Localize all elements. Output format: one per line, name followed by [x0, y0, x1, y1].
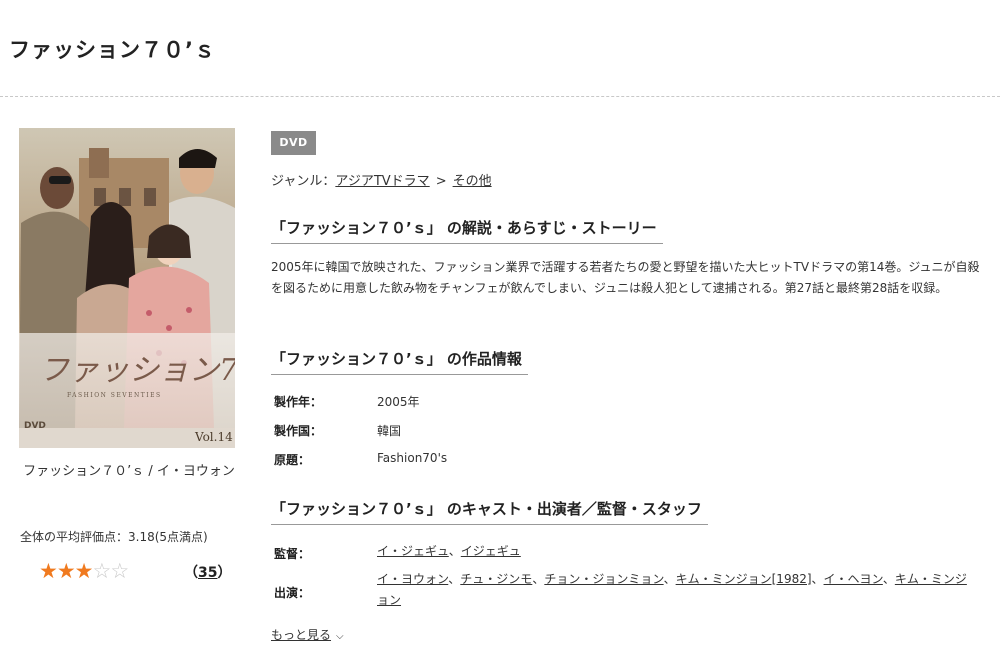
- info-value-year: 2005年: [377, 395, 420, 409]
- info-value-country: 韓国: [377, 424, 402, 438]
- page-title: ファッション７０’ｓ: [9, 38, 216, 62]
- cast-list: イ・ヨウォン、チュ・ジンモ、チョン・ジョンミョン、キム・ミンジョン[1982]、…: [377, 569, 977, 611]
- list-separator: 、: [448, 544, 461, 558]
- list-separator: 、: [532, 572, 545, 586]
- genre-link-other[interactable]: その他: [453, 174, 492, 189]
- cover-volume-art: Vol.14: [194, 430, 233, 444]
- list-separator: 、: [882, 572, 895, 586]
- genre-breadcrumb: ジャンル：アジアTVドラマ > その他: [271, 170, 492, 189]
- cover-title-art: ファッション70's: [39, 353, 235, 388]
- cover-caption: ファッション７０’ｓ / イ・ヨウォン: [23, 464, 235, 479]
- info-label-year: 製作年：: [274, 395, 323, 409]
- cover-subtitle-art: FASHION SEVENTIES: [67, 392, 162, 399]
- review-count-prefix: （: [184, 565, 198, 581]
- genre-label: ジャンル：: [271, 174, 336, 189]
- star-outline-icon: ☆: [110, 559, 129, 583]
- story-heading: 「ファッション７０’ｓ」 の解説・あらすじ・ストーリー: [271, 217, 663, 244]
- star-filled-icon: ★: [56, 559, 76, 583]
- review-count: （35）: [184, 562, 231, 582]
- info-label-original-title: 原題：: [274, 453, 311, 467]
- format-badge: DVD: [271, 131, 316, 155]
- cast-link[interactable]: イ・ヨウォン: [377, 572, 448, 586]
- genre-link-asian-tv-drama[interactable]: アジアTVドラマ: [335, 174, 429, 189]
- director-link[interactable]: イ・ジェギュ: [377, 544, 449, 558]
- director-list: イ・ジェギュ、イジェギュ: [377, 541, 977, 562]
- star-filled-icon: ★: [74, 559, 94, 583]
- director-link[interactable]: イジェギュ: [461, 544, 521, 558]
- cover-dvd-mark: DVD: [24, 421, 46, 431]
- header-divider: [0, 96, 1000, 97]
- cast-heading: 「ファッション７０’ｓ」 のキャスト・出演者／監督・スタッフ: [271, 498, 708, 525]
- rating-stars: ★★★☆☆: [39, 559, 129, 583]
- star-outline-icon: ☆: [92, 559, 111, 583]
- story-text: 2005年に韓国で放映された、ファッション業界で活躍する若者たちの愛と野望を描い…: [271, 260, 980, 295]
- breadcrumb-separator: >: [435, 174, 447, 189]
- cast-link[interactable]: チュ・ジンモ: [460, 572, 532, 586]
- list-separator: 、: [663, 572, 676, 586]
- average-rating-text: 全体の平均評価点：3.18(5点満点): [20, 530, 208, 544]
- info-value-original-title: Fashion70's: [377, 451, 448, 465]
- review-count-link[interactable]: 35: [198, 565, 217, 581]
- chevron-down-icon[interactable]: ⌵: [336, 631, 344, 642]
- more-link[interactable]: もっと見る: [271, 628, 331, 642]
- more-link-container: もっと見る ⌵: [271, 626, 344, 643]
- info-heading: 「ファッション７０’ｓ」 の作品情報: [271, 348, 528, 375]
- review-count-suffix: ）: [217, 565, 232, 581]
- list-separator: 、: [448, 572, 461, 586]
- cast-label: 出演：: [274, 586, 311, 600]
- cast-link[interactable]: キム・ミンジョン[1982]: [676, 572, 812, 586]
- star-filled-icon: ★: [39, 559, 58, 583]
- list-separator: 、: [811, 572, 824, 586]
- info-label-country: 製作国：: [274, 424, 323, 438]
- cast-link[interactable]: チョン・ジョンミョン: [544, 572, 663, 586]
- director-label: 監督：: [274, 547, 311, 561]
- cast-link[interactable]: イ・ヘヨン: [824, 572, 883, 586]
- dvd-cover-image[interactable]: ファッション70's FASHION SEVENTIES DVD Vol.14: [19, 128, 235, 448]
